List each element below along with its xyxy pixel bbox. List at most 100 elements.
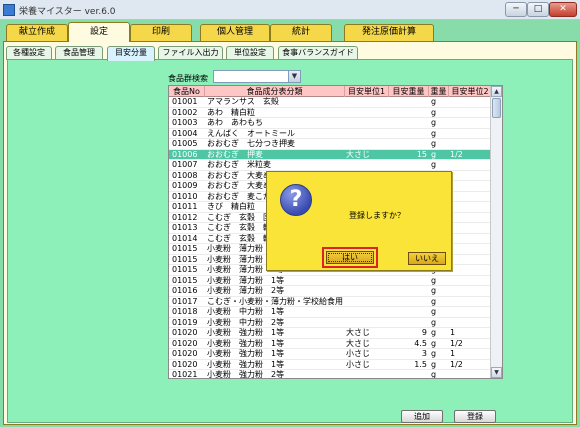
col-unit1[interactable]: 目安単位1 [345, 86, 389, 97]
scroll-down-icon[interactable]: ▼ [491, 367, 502, 378]
table-row[interactable]: 01017 こむぎ・小麦粉・薄力粉・学校給食用 g [169, 296, 491, 307]
scroll-up-icon[interactable]: ▲ [491, 86, 502, 97]
food-group-search-select[interactable]: ▼ [213, 70, 301, 83]
confirm-dialog: ? 登録しますか？ はい いいえ [266, 171, 452, 271]
cell-unit2: 1 [450, 349, 456, 358]
cell-food-no: 01010 [172, 191, 198, 201]
col-weight[interactable]: 重量 [429, 86, 449, 97]
dialog-message: 登録しますか？ [349, 211, 405, 220]
cell-category: 小麦粉 強力粉 1等 [207, 328, 285, 337]
cell-weight-guide: 15 [416, 149, 427, 159]
subtab-file-io[interactable]: ファイル入出力 [158, 46, 223, 60]
cell-food-no: 01020 [172, 359, 198, 369]
table-row[interactable]: 01003 あわ あわもち g [169, 118, 491, 129]
subtab-food-management[interactable]: 食品管理 [55, 46, 103, 60]
table-row[interactable]: 01005 おおむぎ 七分つき押麦 g [169, 139, 491, 150]
col-food-no[interactable]: 食品No [169, 86, 205, 97]
cell-food-no: 01020 [172, 349, 198, 358]
window-title: 栄養マイスター ver.6.0 [19, 7, 116, 17]
cell-category: 小麦粉 中力粉 1等 [207, 307, 285, 316]
cell-category: こむぎ・小麦粉・薄力粉・学校給食用 [207, 296, 343, 306]
table-row[interactable]: 01019 小麦粉 中力粉 2等 g [169, 317, 491, 328]
cell-food-no: 01001 [172, 97, 198, 106]
table-row[interactable]: 01020 小麦粉 強力粉 1等 大さじ 9 g 1 [169, 328, 491, 339]
subtab-general[interactable]: 各種設定 [6, 46, 52, 60]
cell-food-no: 01015 [172, 254, 198, 264]
cell-weight: g [431, 139, 437, 148]
subtab-unit-settings[interactable]: 単位設定 [226, 46, 274, 60]
cell-category: あわ 精白粒 [207, 107, 255, 117]
table-row[interactable]: 01018 小麦粉 中力粉 1等 g [169, 307, 491, 318]
vertical-scrollbar[interactable]: ▲ ▼ [490, 86, 502, 378]
cell-weight: g [431, 275, 437, 285]
table-row[interactable]: 01001 アマランサス 玄殻 g [169, 97, 491, 108]
close-button[interactable]: ✕ [549, 2, 577, 17]
cell-food-no: 01011 [172, 202, 198, 211]
table-row[interactable]: 01021 小麦粉 強力粉 2等 g [169, 370, 491, 379]
cell-weight: g [431, 359, 437, 369]
cell-food-no: 01020 [172, 328, 198, 337]
yes-button[interactable]: はい [326, 251, 374, 264]
tab-settings[interactable]: 設定 [68, 22, 130, 42]
cell-food-no: 01017 [172, 296, 198, 306]
table-row[interactable]: 01004 えんばく オートミール g [169, 128, 491, 139]
tab-order-cost[interactable]: 発注原価計算 [344, 24, 434, 41]
table-row[interactable]: 01007 おおむぎ 米粒麦 g [169, 160, 491, 171]
subtab-portion[interactable]: 目安分量 [107, 46, 155, 61]
table-row[interactable]: 01016 小麦粉 薄力粉 2等 g [169, 286, 491, 297]
tab-menu-creation[interactable]: 献立作成 [6, 24, 68, 41]
cell-weight: g [431, 149, 437, 159]
cell-weight-guide: 4.5 [414, 338, 427, 348]
title-bar: 栄養マイスター ver.6.0 ─ □ ✕ [0, 0, 580, 20]
table-row[interactable]: 01020 小麦粉 強力粉 1等 小さじ 3 g 1 [169, 349, 491, 360]
table-row[interactable]: 01015 小麦粉 薄力粉 1等 g [169, 275, 491, 286]
cell-weight-guide: 3 [421, 349, 427, 358]
scroll-thumb[interactable] [492, 98, 501, 118]
cell-food-no: 01021 [172, 370, 198, 379]
cell-weight: g [431, 349, 437, 358]
add-button[interactable]: 追加 [401, 410, 443, 423]
tab-personal[interactable]: 個人管理 [200, 24, 270, 41]
table-row[interactable]: 01020 小麦粉 強力粉 1等 大さじ 4.5 g 1/2 [169, 338, 491, 349]
cell-food-no: 01004 [172, 128, 198, 138]
no-button[interactable]: いいえ [408, 252, 446, 265]
cell-unit2: 1/2 [450, 149, 463, 159]
col-unit2[interactable]: 目安単位2 [449, 86, 491, 97]
cell-category: 小麦粉 強力粉 2等 [207, 370, 285, 379]
cell-unit1: 大さじ [346, 338, 370, 348]
cell-unit1: 小さじ [346, 359, 370, 369]
cell-category: 小麦粉 強力粉 1等 [207, 359, 285, 369]
food-group-search-label: 食品群検索 [168, 74, 208, 83]
tab-print[interactable]: 印刷 [130, 24, 192, 41]
cell-weight: g [431, 328, 437, 337]
table-row[interactable]: 01020 小麦粉 強力粉 1等 小さじ 1.5 g 1/2 [169, 359, 491, 370]
cell-weight: g [431, 296, 437, 306]
cell-food-no: 01020 [172, 338, 198, 348]
cell-category: あわ あわもち [207, 118, 263, 127]
subtab-balance-guide[interactable]: 食事バランスガイド [278, 46, 358, 60]
cell-category: 小麦粉 強力粉 1等 [207, 338, 285, 348]
cell-food-no: 01009 [172, 181, 198, 190]
table-row[interactable]: 01006 おおむぎ 押麦 大さじ 15 g 1/2 [169, 149, 491, 160]
col-weight-guide[interactable]: 目安重量 [389, 86, 429, 97]
cell-weight-guide: 9 [421, 328, 427, 337]
app-icon [3, 4, 15, 16]
cell-weight: g [431, 97, 437, 106]
cell-food-no: 01016 [172, 286, 198, 295]
minimize-button[interactable]: ─ [505, 2, 527, 17]
tab-statistics[interactable]: 統計 [270, 24, 332, 41]
cell-food-no: 01015 [172, 275, 198, 285]
chevron-down-icon[interactable]: ▼ [288, 71, 300, 82]
col-category[interactable]: 食品成分表分類 [205, 86, 345, 97]
cell-food-no: 01014 [172, 233, 198, 243]
cell-unit1: 小さじ [346, 349, 370, 358]
cell-food-no: 01015 [172, 244, 198, 253]
cell-category: 小麦粉 薄力粉 1等 [207, 275, 285, 285]
table-header: 食品No 食品成分表分類 目安単位1 目安重量 重量 目安単位2 [169, 86, 491, 97]
table-row[interactable]: 01002 あわ 精白粒 g [169, 107, 491, 118]
maximize-button[interactable]: □ [527, 2, 549, 17]
cell-unit1: 大さじ [346, 328, 370, 337]
register-button[interactable]: 登録 [454, 410, 496, 423]
cell-category: 小麦粉 中力粉 2等 [207, 317, 285, 327]
cell-category: えんばく オートミール [207, 128, 295, 138]
